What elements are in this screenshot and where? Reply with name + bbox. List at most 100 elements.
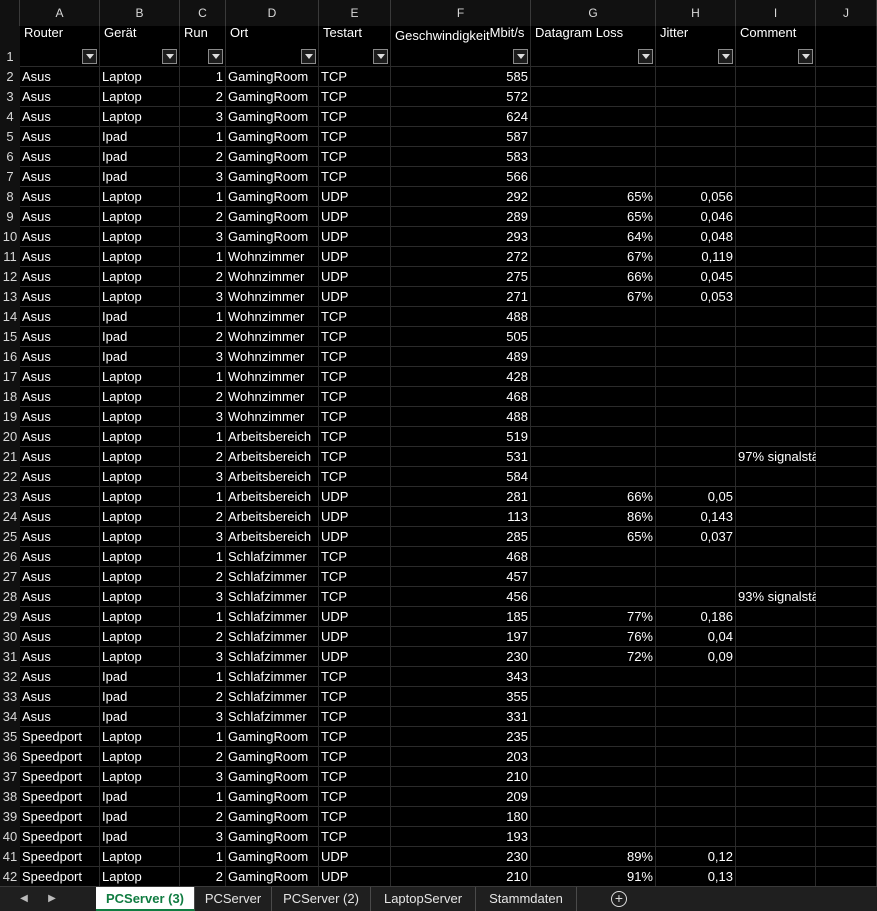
cell-ort[interactable]: Schlafzimmer [226,687,319,707]
cell-run[interactable]: 2 [180,267,226,287]
cell-comment[interactable] [736,767,816,787]
cell-router[interactable]: Speedport [20,867,100,886]
row-number[interactable]: 27 [0,567,20,587]
cell-jitter[interactable]: 0,186 [656,607,736,627]
cell-jitter[interactable] [656,107,736,127]
cell-geschwindigkeit[interactable]: 531 [391,447,531,467]
cell-geschwindigkeit[interactable]: 203 [391,747,531,767]
cell-testart[interactable]: UDP [319,647,391,667]
cell-testart[interactable]: TCP [319,767,391,787]
cell-empty[interactable] [816,227,877,247]
cell-jitter[interactable] [656,687,736,707]
cell-jitter[interactable] [656,587,736,607]
cell-geraet[interactable]: Laptop [100,507,180,527]
cell-router[interactable]: Asus [20,347,100,367]
cell-run[interactable]: 1 [180,787,226,807]
cell-run[interactable]: 1 [180,547,226,567]
column-header-h[interactable]: H [656,0,736,26]
cell-geraet[interactable]: Ipad [100,667,180,687]
cell-empty[interactable] [816,347,877,367]
cell-run[interactable]: 1 [180,367,226,387]
cell-jitter[interactable] [656,667,736,687]
cell-geraet[interactable]: Laptop [100,867,180,886]
cell-jitter[interactable] [656,427,736,447]
cell-router[interactable]: Asus [20,247,100,267]
cell-comment[interactable] [736,647,816,667]
cell-router[interactable]: Asus [20,547,100,567]
row-number[interactable]: 10 [0,227,20,247]
cell-empty[interactable] [816,787,877,807]
header-cell-geschwindigkeit[interactable]: GeschwindigkeitMbit/s [391,25,531,67]
filter-dropdown-icon[interactable] [718,49,733,64]
cell-testart[interactable]: TCP [319,147,391,167]
cell-router[interactable]: Asus [20,707,100,727]
sheet-tab[interactable]: PCServer (2) [272,887,371,911]
cell-run[interactable]: 2 [180,507,226,527]
cell-datagram-loss[interactable]: 64% [531,227,656,247]
cell-comment[interactable] [736,727,816,747]
cell-ort[interactable]: Schlafzimmer [226,707,319,727]
cell-run[interactable]: 1 [180,727,226,747]
cell-ort[interactable]: Arbeitsbereich [226,467,319,487]
cell-run[interactable]: 3 [180,587,226,607]
cell-geschwindigkeit[interactable]: 210 [391,867,531,886]
header-cell-router[interactable]: Router [20,25,100,67]
column-header-a[interactable]: A [20,0,100,26]
row-number[interactable]: 16 [0,347,20,367]
cell-datagram-loss[interactable]: 67% [531,247,656,267]
cell-run[interactable]: 3 [180,467,226,487]
cell-router[interactable]: Asus [20,407,100,427]
cell-router[interactable]: Asus [20,667,100,687]
cell-ort[interactable]: Schlafzimmer [226,607,319,627]
cell-router[interactable]: Speedport [20,847,100,867]
cell-empty[interactable] [816,367,877,387]
cell-comment[interactable] [736,487,816,507]
cell-geraet[interactable]: Laptop [100,767,180,787]
cell-jitter[interactable] [656,307,736,327]
cell-geraet[interactable]: Laptop [100,187,180,207]
cell-empty[interactable] [816,207,877,227]
cell-ort[interactable]: GamingRoom [226,87,319,107]
cell-ort[interactable]: Wohnzimmer [226,247,319,267]
cell-testart[interactable]: TCP [319,807,391,827]
cell-ort[interactable]: Wohnzimmer [226,387,319,407]
cell-testart[interactable]: UDP [319,247,391,267]
cell-testart[interactable]: TCP [319,587,391,607]
cell-geschwindigkeit[interactable]: 331 [391,707,531,727]
cell-comment[interactable] [736,667,816,687]
row-number[interactable]: 19 [0,407,20,427]
row-number[interactable]: 23 [0,487,20,507]
row-number[interactable]: 6 [0,147,20,167]
cell-comment[interactable] [736,707,816,727]
cell-geschwindigkeit[interactable]: 210 [391,767,531,787]
cell-jitter[interactable] [656,727,736,747]
cell-datagram-loss[interactable] [531,327,656,347]
cell-jitter[interactable]: 0,037 [656,527,736,547]
chevron-left-icon[interactable]: ◀ [14,887,34,911]
cell-jitter[interactable] [656,747,736,767]
cell-run[interactable]: 2 [180,867,226,886]
cell-empty[interactable] [816,407,877,427]
cell-testart[interactable]: TCP [319,827,391,847]
cell-geraet[interactable]: Laptop [100,747,180,767]
cell-testart[interactable]: TCP [319,387,391,407]
column-header-d[interactable]: D [226,0,319,26]
cell-jitter[interactable] [656,127,736,147]
cell-testart[interactable]: UDP [319,627,391,647]
cell-router[interactable]: Asus [20,507,100,527]
cell-router[interactable]: Asus [20,147,100,167]
cell-datagram-loss[interactable] [531,747,656,767]
cell-ort[interactable]: Arbeitsbereich [226,427,319,447]
filter-dropdown-icon[interactable] [208,49,223,64]
cell-comment[interactable] [736,207,816,227]
cell-router[interactable]: Asus [20,367,100,387]
cell-jitter[interactable] [656,327,736,347]
cell-router[interactable]: Asus [20,467,100,487]
cell-router[interactable]: Asus [20,107,100,127]
cell-empty[interactable] [816,267,877,287]
cell-comment[interactable] [736,287,816,307]
sheet-tab[interactable]: LaptopServer [371,887,476,911]
cell-router[interactable]: Asus [20,327,100,347]
cell-router[interactable]: Speedport [20,747,100,767]
row-number[interactable]: 25 [0,527,20,547]
